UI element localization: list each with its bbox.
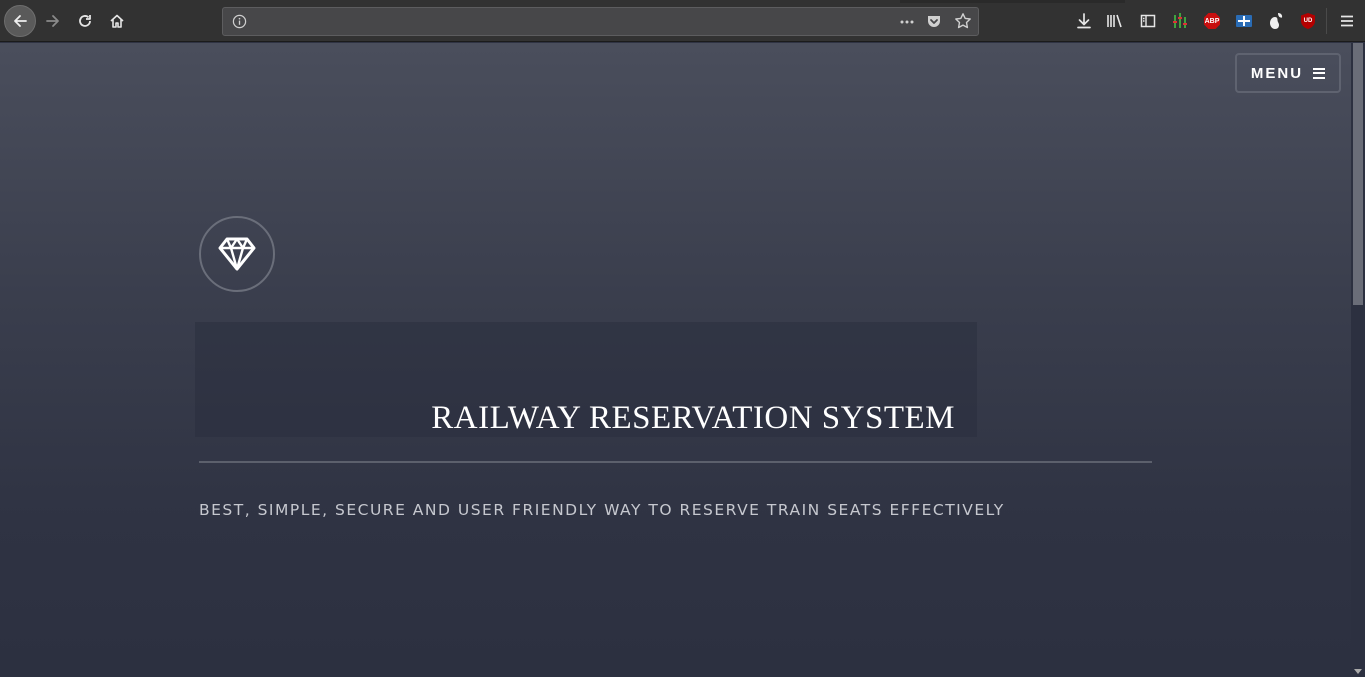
download-button[interactable] [1074, 11, 1094, 31]
ublock-origin-label: UD [1303, 18, 1313, 24]
scroll-down-arrow-icon[interactable] [1354, 669, 1362, 674]
page-content: MENU RAILWAY RESERVATION SYSTEM BEST, SI… [0, 43, 1351, 677]
adblock-plus-button[interactable]: ABP [1202, 11, 1222, 31]
page-actions-icon[interactable] [899, 14, 915, 30]
reload-button[interactable] [70, 6, 100, 36]
info-icon[interactable] [232, 14, 247, 29]
gnome-extension-button[interactable] [1266, 11, 1286, 31]
browser-toolbar: ABP UD [0, 0, 1365, 42]
menu-button-label: MENU [1250, 64, 1304, 82]
sidebar-button[interactable] [1138, 11, 1158, 31]
home-button[interactable] [102, 6, 132, 36]
hamburger-icon [1313, 67, 1326, 79]
page-subtitle: BEST, SIMPLE, SECURE AND USER FRIENDLY W… [199, 501, 1005, 519]
pocket-icon[interactable] [926, 13, 942, 29]
logo [199, 216, 275, 292]
app-menu-icon [1341, 15, 1353, 27]
menu-button[interactable]: MENU [1235, 53, 1341, 93]
download-icon [1077, 13, 1091, 29]
home-icon [110, 14, 124, 28]
ublock-origin-button[interactable]: UD [1298, 11, 1318, 31]
bookmark-star-icon[interactable] [954, 12, 972, 30]
equalizer-extension-icon [1173, 13, 1187, 28]
extension-button[interactable] [1234, 11, 1254, 31]
tab-strip-indicator [900, 0, 1125, 3]
sidebar-icon [1140, 14, 1156, 28]
equalizer-extension-button[interactable] [1170, 11, 1190, 31]
title-box: RAILWAY RESERVATION SYSTEM [195, 322, 977, 437]
toolbar-divider [1326, 8, 1327, 34]
url-input[interactable] [253, 11, 897, 33]
forward-arrow-icon [46, 15, 59, 27]
diamond-icon [218, 237, 256, 271]
back-arrow-icon [14, 15, 27, 27]
url-bar[interactable] [222, 7, 979, 36]
scrollbar-thumb[interactable] [1353, 43, 1363, 305]
library-button[interactable] [1105, 11, 1125, 31]
vertical-scrollbar[interactable] [1351, 43, 1365, 677]
page-title: RAILWAY RESERVATION SYSTEM [431, 400, 955, 436]
divider [199, 461, 1152, 463]
reload-icon [79, 15, 91, 27]
back-button[interactable] [4, 5, 36, 37]
extension-icon [1236, 15, 1252, 27]
app-menu-button[interactable] [1337, 11, 1357, 31]
adblock-plus-label: ABP [1204, 17, 1220, 25]
gnome-extension-icon [1270, 13, 1283, 29]
forward-button[interactable] [38, 6, 68, 36]
library-icon [1107, 14, 1122, 28]
